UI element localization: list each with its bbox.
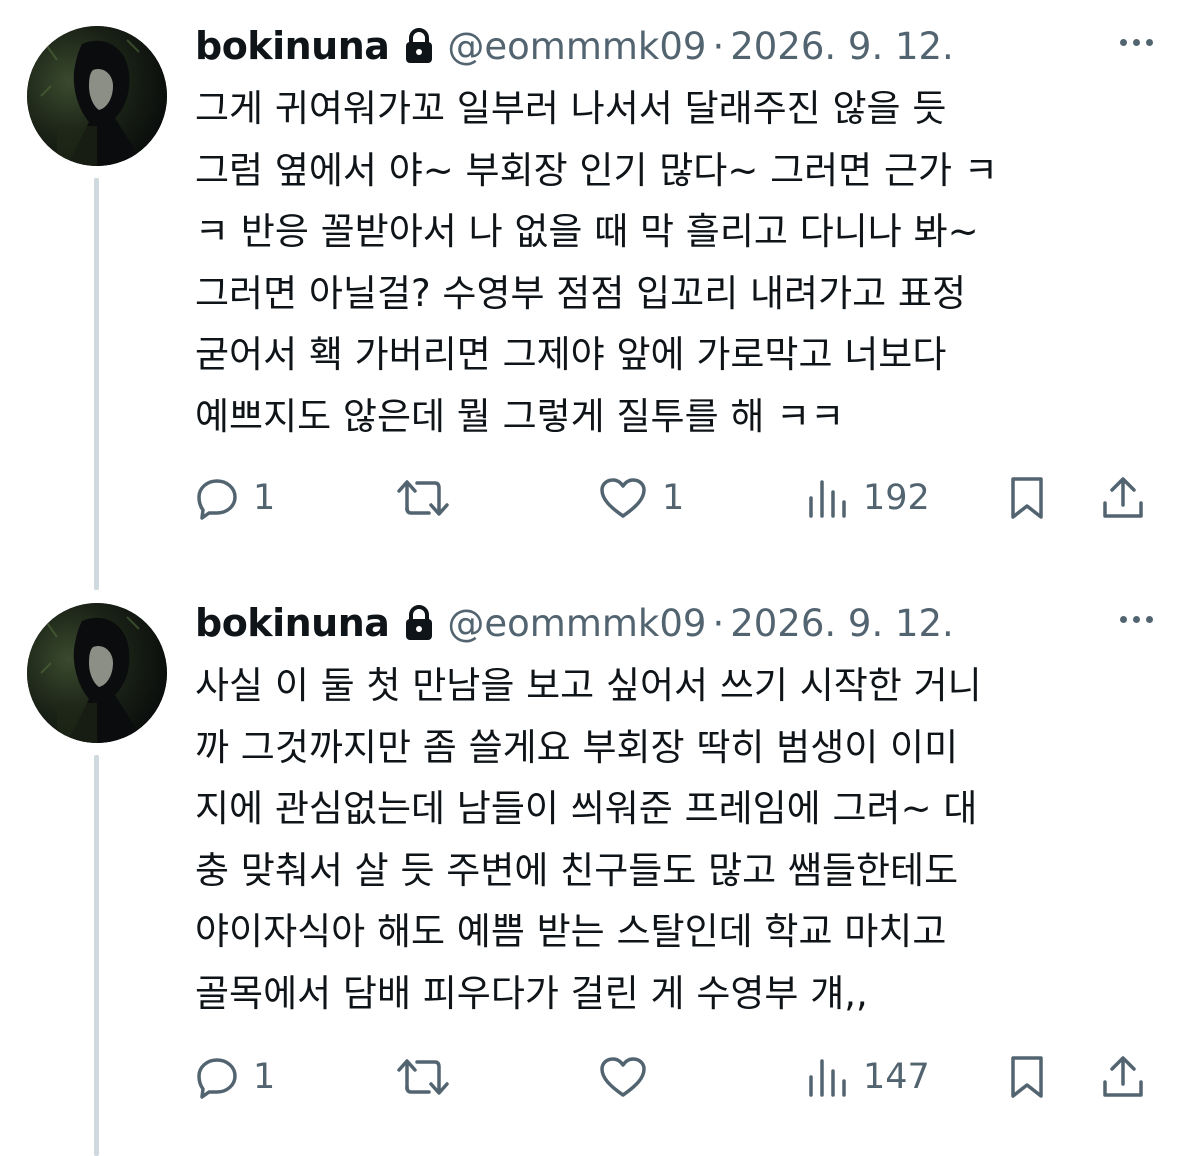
display-name[interactable]: bokinuna bbox=[195, 24, 390, 68]
timestamp[interactable]: 2026. 9. 12. bbox=[730, 25, 954, 68]
tweet-text-line: 사실 이 둘 첫 만남을 보고 싶어서 쓰기 시작한 거니 bbox=[195, 664, 982, 707]
reply-button[interactable]: 1 bbox=[195, 1047, 275, 1107]
tweet-text-line: 굳어서 홱 가버리면 그제야 앞에 가로막고 너보다 bbox=[195, 333, 947, 376]
tweet-text-line: 그러면 아닐걸? 수영부 점점 입꼬리 내려가고 표정 bbox=[195, 271, 967, 315]
user-handle[interactable]: @eommmk09 bbox=[447, 602, 706, 645]
separator: · bbox=[712, 601, 725, 645]
like-count: 1 bbox=[662, 478, 685, 518]
tweet-text: 그게 귀여워가꼬 일부러 나서서 달래주진 않을 듯 그럼 옆에서 야~ 부회장… bbox=[195, 78, 1155, 447]
tweet-text-line: 야이자식아 해도 예쁨 받는 스탈인데 학교 마치고 bbox=[195, 910, 947, 953]
tweet-text-line: 그게 귀여워가꼬 일부러 나서서 달래주진 않을 듯 bbox=[195, 87, 947, 130]
retweet-button[interactable] bbox=[395, 1047, 465, 1107]
reply-count: 1 bbox=[253, 1057, 276, 1097]
user-handle[interactable]: @eommmk09 bbox=[447, 25, 706, 68]
share-icon bbox=[1103, 1056, 1143, 1097]
display-name[interactable]: bokinuna bbox=[195, 601, 390, 645]
tweet-text-line: 예쁘지도 않은데 뭘 그렇게 질투를 해 ㅋㅋ bbox=[195, 394, 845, 438]
avatar[interactable] bbox=[27, 603, 167, 743]
tweet-text: 사실 이 둘 첫 만남을 보고 싶어서 쓰기 시작한 거니 까 그것까지만 좀 … bbox=[195, 655, 1155, 1024]
separator: · bbox=[712, 24, 725, 68]
share-icon bbox=[1103, 477, 1143, 518]
tweet-text-line: 충 맞춰서 살 듯 주변에 친구들도 많고 쌤들한테도 bbox=[195, 848, 959, 892]
tweet-text-line: 까 그것까지만 좀 쓸게요 부회장 딱히 범생이 이미 bbox=[195, 725, 959, 769]
timestamp[interactable]: 2026. 9. 12. bbox=[730, 602, 954, 645]
action-bar: 1 1 192 bbox=[195, 468, 1179, 528]
lock-icon bbox=[403, 605, 435, 641]
heart-icon bbox=[600, 478, 646, 518]
more-icon[interactable] bbox=[1120, 20, 1153, 64]
reply-button[interactable]: 1 bbox=[195, 468, 275, 528]
reply-icon bbox=[197, 1058, 237, 1099]
views-button[interactable]: 192 bbox=[805, 468, 930, 528]
like-button[interactable]: 1 bbox=[598, 468, 684, 528]
bookmark-button[interactable] bbox=[1007, 1047, 1047, 1107]
like-button[interactable] bbox=[598, 1047, 662, 1107]
views-icon bbox=[809, 480, 846, 518]
bookmark-button[interactable] bbox=[1007, 468, 1047, 528]
avatar-image bbox=[27, 603, 167, 743]
reply-count: 1 bbox=[253, 478, 276, 518]
lock-icon bbox=[403, 28, 435, 64]
tweet[interactable]: bokinuna @eommmk09 · 2026. 9. 12. 그게 귀여워… bbox=[0, 0, 1179, 580]
avatar-image bbox=[27, 26, 167, 166]
retweet-icon bbox=[397, 480, 449, 516]
view-count: 192 bbox=[863, 478, 930, 518]
retweet-icon bbox=[397, 1059, 449, 1095]
tweet-text-line: 지에 관심없는데 남들이 씌워준 프레임에 그려~ 대 bbox=[195, 787, 978, 830]
bookmark-icon bbox=[1011, 477, 1043, 519]
tweet[interactable]: bokinuna @eommmk09 · 2026. 9. 12. 사실 이 둘… bbox=[0, 577, 1179, 1156]
tweet-text-line: 그럼 옆에서 야~ 부회장 인기 많다~ 그러면 근가 ㅋ bbox=[195, 148, 998, 192]
views-button[interactable]: 147 bbox=[805, 1047, 930, 1107]
tweet-text-line: ㅋ 반응 꼴받아서 나 없을 때 막 흘리고 다니나 봐~ bbox=[195, 210, 979, 253]
views-icon bbox=[809, 1059, 846, 1097]
bookmark-icon bbox=[1011, 1056, 1043, 1098]
avatar[interactable] bbox=[27, 26, 167, 166]
heart-icon bbox=[600, 1057, 646, 1097]
action-bar: 1 147 bbox=[195, 1047, 1179, 1107]
tweet-text-line: 골목에서 담배 피우다가 걸린 게 수영부 걔,, bbox=[195, 971, 868, 1015]
tweet-header: bokinuna @eommmk09 · 2026. 9. 12. bbox=[195, 597, 1159, 649]
share-button[interactable] bbox=[1100, 1047, 1146, 1107]
share-button[interactable] bbox=[1100, 468, 1146, 528]
tweet-header: bokinuna @eommmk09 · 2026. 9. 12. bbox=[195, 20, 1159, 72]
more-icon[interactable] bbox=[1120, 597, 1153, 641]
retweet-button[interactable] bbox=[395, 468, 465, 528]
reply-icon bbox=[197, 479, 237, 520]
view-count: 147 bbox=[863, 1057, 930, 1097]
